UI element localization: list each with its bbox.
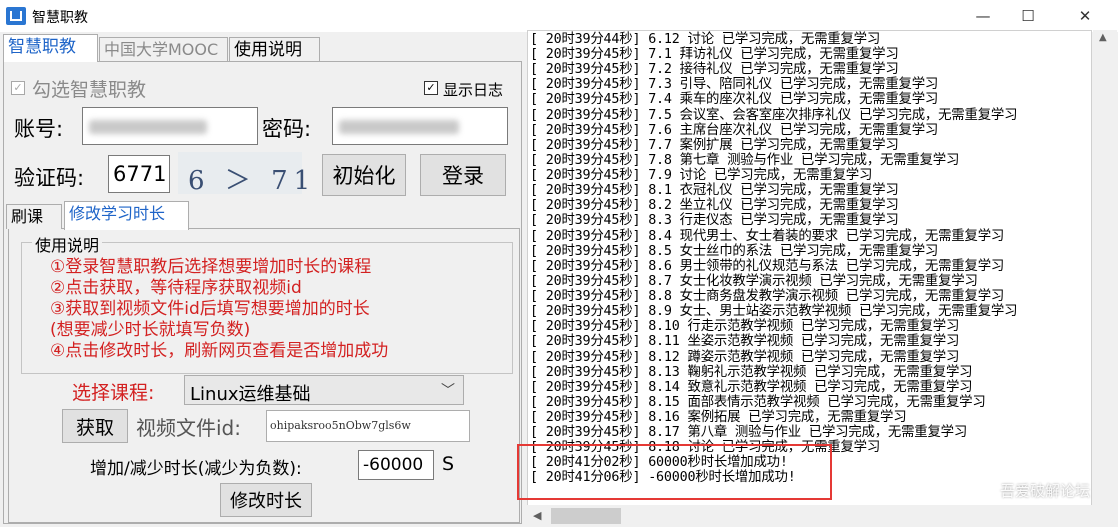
username-redacted: [89, 120, 207, 134]
log-line: [ 20时39分45秒] 7.7 案例扩展 已学习完成，无需重复学习: [530, 137, 899, 153]
log-line: [ 20时39分45秒] 8.15 面部表情示范教学视频 已学习完成，无需重复学…: [530, 394, 986, 410]
minimize-button[interactable]: —: [960, 0, 1006, 32]
maximize-button[interactable]: ☐: [1005, 0, 1051, 32]
instruction-line: ②点击获取，等待程序获取视频id: [50, 278, 302, 298]
fetch-button[interactable]: 获取: [62, 409, 128, 443]
scroll-up-icon[interactable]: ▲: [1099, 32, 1107, 43]
log-line: [ 20时39分45秒] 8.10 行走示范教学视频 已学习完成，无需重复学习: [530, 319, 960, 335]
log-line: [ 20时39分45秒] 8.13 鞠躬礼示范教学视频 已学习完成，无需重复学习: [530, 364, 973, 380]
tab-shuake[interactable]: 刷课: [6, 204, 62, 229]
username-label: 账号:: [14, 117, 64, 141]
duration-unit: S: [442, 453, 455, 475]
log-textarea[interactable]: [ 20时39分44秒] 6.12 讨论 已学习完成，无需重复学习[ 20时39…: [527, 30, 1092, 507]
window-title: 智慧职教: [32, 10, 88, 26]
log-line: [ 20时39分45秒] 8.17 第八章 测验与作业 已学习完成，无需重复学习: [530, 425, 968, 441]
watermark: 吾爱破解论坛: [1000, 482, 1091, 500]
instruction-line: ①登录智慧职教后选择想要增加时长的课程: [50, 257, 372, 277]
modify-duration-button[interactable]: 修改时长: [220, 483, 312, 517]
log-line: [ 20时39分45秒] 8.2 坐立礼仪 已学习完成，无需重复学习: [530, 198, 899, 214]
log-line: [ 20时39分45秒] 7.5 会议室、会客室座次排序礼仪 已学习完成，无需重…: [530, 107, 1018, 123]
tab-mooc[interactable]: 中国大学MOOC: [99, 37, 228, 61]
show-log-label: 显示日志: [443, 81, 504, 99]
log-line: [ 20时39分45秒] 8.5 女士丝巾的系法 已学习完成，无需重复学习: [530, 243, 939, 259]
log-line: [ 20时39分45秒] 8.1 衣冠礼仪 已学习完成，无需重复学习: [530, 183, 899, 199]
log-line: [ 20时39分45秒] 7.2 接待礼仪 已学习完成，无需重复学习: [530, 62, 899, 78]
highlight-box: [517, 444, 832, 500]
app-icon: [6, 7, 26, 25]
duration-input[interactable]: -60000: [358, 450, 434, 480]
init-button[interactable]: 初始化: [322, 154, 406, 196]
log-line: [ 20时39分45秒] 8.14 致意礼示范教学视频 已学习完成，无需重复学习: [530, 379, 973, 395]
captcha-input[interactable]: 6771: [108, 155, 170, 193]
chevron-down-icon: ﹀: [441, 383, 455, 399]
log-line: [ 20时39分45秒] 7.4 乘车的座次礼仪 已学习完成，无需重复学习: [530, 92, 939, 108]
log-line: [ 20时39分45秒] 7.3 引导、陪同礼仪 已学习完成，无需重复学习: [530, 77, 939, 93]
instruction-line: ④点击修改时长，刷新网页查看是否增加成功: [50, 341, 389, 361]
log-line: [ 20时39分45秒] 8.7 女士化妆教学演示视频 已学习完成，无需重复学习: [530, 273, 978, 289]
log-line: [ 20时39分45秒] 8.3 行走仪态 已学习完成，无需重复学习: [530, 213, 899, 229]
tab-modify-duration[interactable]: 修改学习时长: [64, 201, 189, 230]
username-input[interactable]: [82, 107, 258, 145]
tab-zhihui[interactable]: 智慧职教: [3, 34, 98, 62]
instruction-line: ③获取到视频文件id后填写想要增加的时长: [50, 299, 370, 319]
captcha-image-text: 6 ＞ 71: [188, 166, 317, 196]
horizontal-scroll-thumb[interactable]: [551, 508, 621, 524]
log-line: [ 20时39分45秒] 8.6 男士领带的礼仪规范与系法 已学习完成，无需重复…: [530, 258, 1005, 274]
log-line: [ 20时39分45秒] 8.16 案例拓展 已学习完成，无需重复学习: [530, 410, 907, 425]
log-line: [ 20时39分45秒] 8.12 蹲姿示范教学视频 已学习完成，无需重复学习: [530, 349, 960, 365]
instruction-line: (想要减少时长就填写负数): [50, 320, 251, 340]
select-zhihui-checkbox[interactable]: ✓: [11, 81, 25, 95]
course-select[interactable]: Linux运维基础 ﹀: [184, 375, 464, 405]
course-label: 选择课程:: [72, 382, 155, 404]
title-bar: [0, 0, 1118, 32]
log-line: [ 20时39分45秒] 7.8 第七章 测验与作业 已学习完成，无需重复学习: [530, 152, 960, 168]
horizontal-scrollbar[interactable]: ◀: [527, 505, 1093, 527]
video-id-input[interactable]: ohipaksroo5nObw7gls6w: [266, 410, 470, 442]
duration-label: 增加/减少时长(减少为负数):: [90, 459, 302, 479]
log-line: [ 20时39分45秒] 7.1 拜访礼仪 已学习完成，无需重复学习: [530, 47, 899, 63]
close-button[interactable]: ✕: [1062, 0, 1108, 32]
show-log-checkbox[interactable]: ✓: [424, 81, 438, 95]
course-select-value: Linux运维基础: [190, 384, 311, 405]
log-line: [ 20时39分44秒] 6.12 讨论 已学习完成，无需重复学习: [530, 32, 881, 47]
scroll-left-icon[interactable]: ◀: [533, 509, 541, 522]
log-line: [ 20时39分45秒] 8.8 女士商务盘发教学演示视频 已学习完成，无需重复…: [530, 289, 1005, 305]
vertical-scrollbar[interactable]: ▲: [1093, 30, 1117, 527]
captcha-image[interactable]: 6 ＞ 71: [178, 152, 310, 196]
instructions-legend: 使用说明: [32, 232, 103, 256]
password-label: 密码:: [262, 117, 312, 141]
tab-usage[interactable]: 使用说明: [229, 37, 320, 61]
login-button[interactable]: 登录: [420, 154, 506, 196]
log-line: [ 20时39分45秒] 8.9 女士、男士站姿示范教学视频 已学习完成，无需重…: [530, 304, 1018, 320]
log-line: [ 20时39分45秒] 7.6 主席台座次礼仪 已学习完成，无需重复学习: [530, 122, 939, 138]
select-zhihui-label: 勾选智慧职教: [32, 79, 147, 101]
password-input[interactable]: [332, 107, 508, 145]
log-line: [ 20时39分45秒] 8.11 坐姿示范教学视频 已学习完成，无需重复学习: [530, 334, 960, 350]
captcha-label: 验证码:: [14, 166, 85, 190]
video-id-label: 视频文件id:: [136, 416, 241, 440]
log-line: [ 20时39分45秒] 8.4 现代男士、女士着装的要求 已学习完成，无需重复…: [530, 228, 1005, 244]
log-line: [ 20时39分45秒] 7.9 讨论 已学习完成，无需重复学习: [530, 168, 873, 184]
password-redacted: [339, 120, 459, 134]
